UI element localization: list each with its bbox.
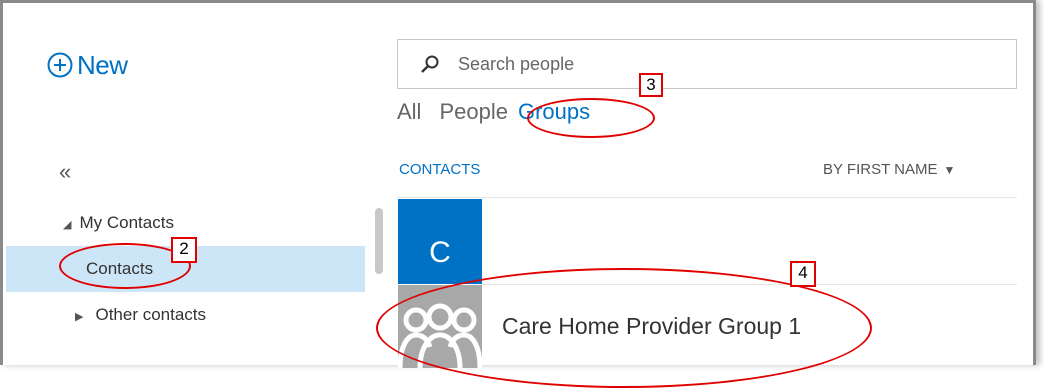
search-box[interactable]	[397, 39, 1017, 89]
plus-circle-icon	[47, 52, 73, 78]
new-button-label: New	[77, 49, 128, 80]
tab-all[interactable]: All	[397, 99, 421, 125]
new-button[interactable]: New	[47, 49, 128, 81]
expand-arrow-icon: ◢	[63, 219, 72, 231]
scrollbar-thumb[interactable]	[375, 208, 383, 274]
tab-people[interactable]: People	[439, 99, 508, 125]
sort-label: BY FIRST NAME	[823, 161, 938, 178]
chevron-down-icon: ▼	[943, 163, 956, 177]
annotation-ellipse-groups	[527, 98, 655, 138]
contacts-header[interactable]: CONTACTS	[399, 161, 480, 178]
search-input[interactable]	[456, 52, 980, 76]
collapse-sidebar-button[interactable]: «	[59, 159, 71, 185]
sidebar-item-label: Other contacts	[95, 305, 207, 324]
sidebar-item-other-contacts[interactable]: ▶ Other contacts	[75, 305, 206, 325]
collapse-arrow-icon: ▶	[75, 311, 84, 323]
letter-header-tile: C	[398, 199, 482, 284]
annotation-label-2: 2	[171, 237, 197, 263]
app-window: New All People Groups « CONTACTS BY FIRS…	[0, 0, 1036, 388]
sort-dropdown[interactable]: BY FIRST NAME ▼	[823, 161, 955, 178]
search-icon	[421, 55, 439, 73]
annotation-label-3: 3	[639, 73, 663, 97]
header-divider	[397, 197, 1017, 198]
sidebar-item-label: My Contacts	[79, 213, 174, 232]
sidebar-item-my-contacts[interactable]: ◢ My Contacts	[63, 213, 174, 233]
annotation-label-4: 4	[790, 261, 816, 287]
